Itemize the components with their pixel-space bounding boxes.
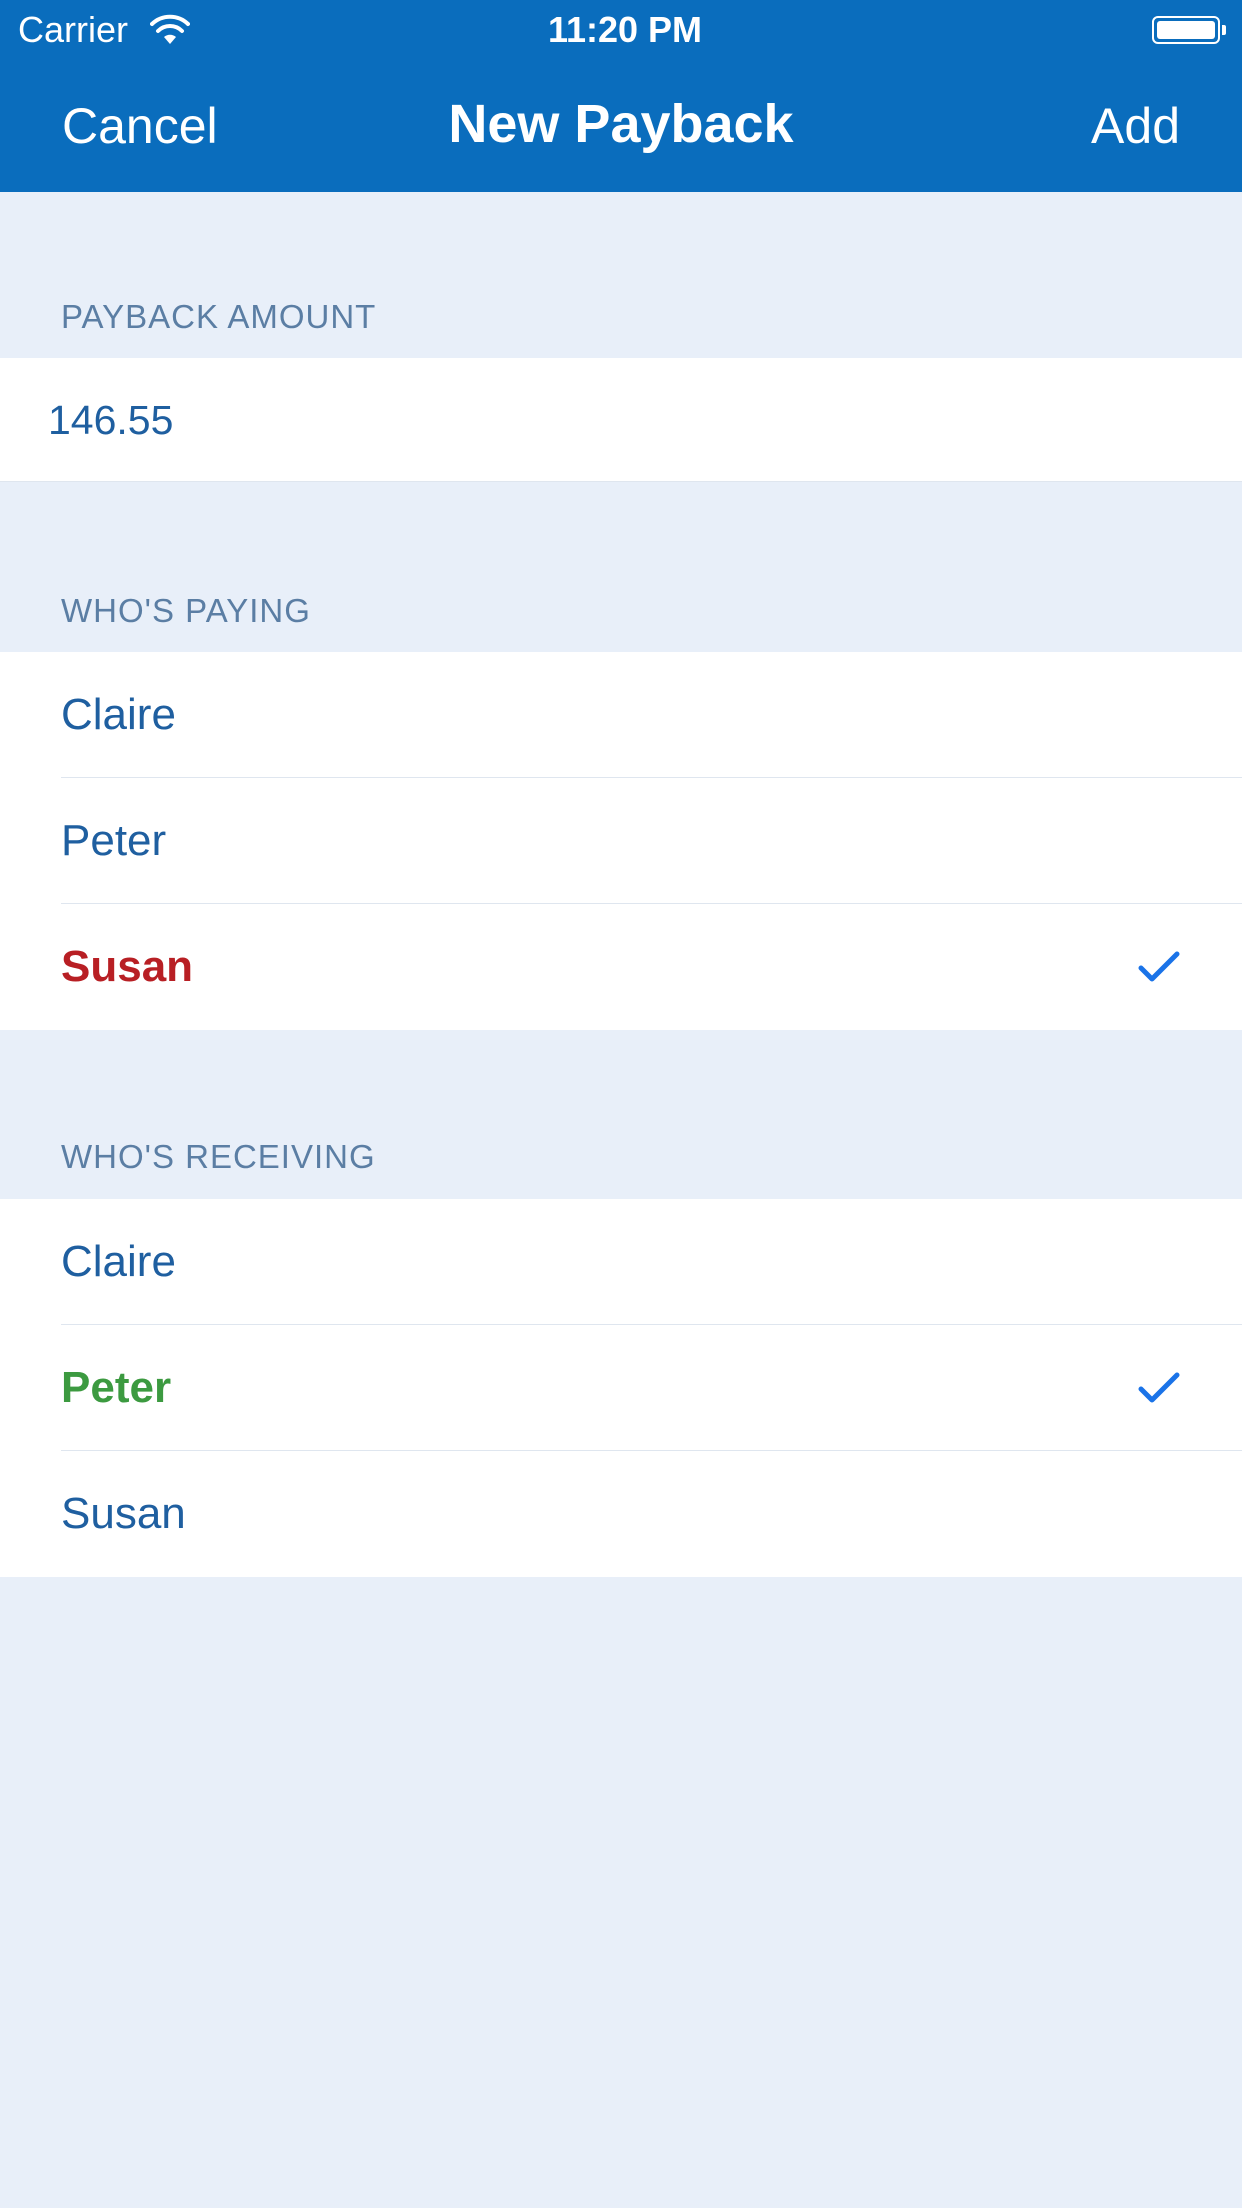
payer-row-peter[interactable]: Peter [0, 778, 1242, 904]
payback-amount-value[interactable]: 146.55 [48, 396, 173, 444]
navigation-bar: Carrier 11:20 PM Cancel New Payback Add [0, 0, 1242, 192]
payer-row-susan[interactable]: Susan [0, 904, 1242, 1030]
whos-receiving-header: WHO'S RECEIVING [61, 1138, 376, 1175]
whos-paying-header: WHO'S PAYING [61, 592, 311, 629]
receiver-name-selected: Peter [61, 1363, 172, 1412]
receiver-name: Susan [61, 1489, 186, 1538]
payback-amount-group: 146.55 [0, 358, 1242, 482]
whos-paying-group: Claire Peter Susan [0, 652, 1242, 1030]
battery-tip [1222, 25, 1226, 35]
payer-row-claire[interactable]: Claire [0, 652, 1242, 778]
payer-name-selected: Susan [61, 942, 194, 991]
page-title: New Payback [448, 94, 794, 154]
status-time: 11:20 PM [547, 9, 703, 50]
receiver-name: Claire [61, 1237, 176, 1286]
payback-amount-field[interactable]: 146.55 [0, 358, 1242, 482]
payer-name: Peter [61, 816, 167, 865]
receiver-row-susan[interactable]: Susan [0, 1451, 1242, 1577]
battery-icon [1152, 16, 1220, 44]
checkmark-icon [1138, 1372, 1180, 1403]
whos-receiving-group: Claire Peter Susan [0, 1199, 1242, 1577]
checkmark-icon [1138, 951, 1180, 982]
receiver-row-claire[interactable]: Claire [0, 1199, 1242, 1325]
add-button[interactable]: Add [1091, 96, 1180, 156]
status-bar: Carrier 11:20 PM [0, 0, 1242, 60]
payback-amount-header: PAYBACK AMOUNT [61, 298, 377, 335]
payer-name: Claire [61, 690, 176, 739]
receiver-row-peter[interactable]: Peter [0, 1325, 1242, 1451]
